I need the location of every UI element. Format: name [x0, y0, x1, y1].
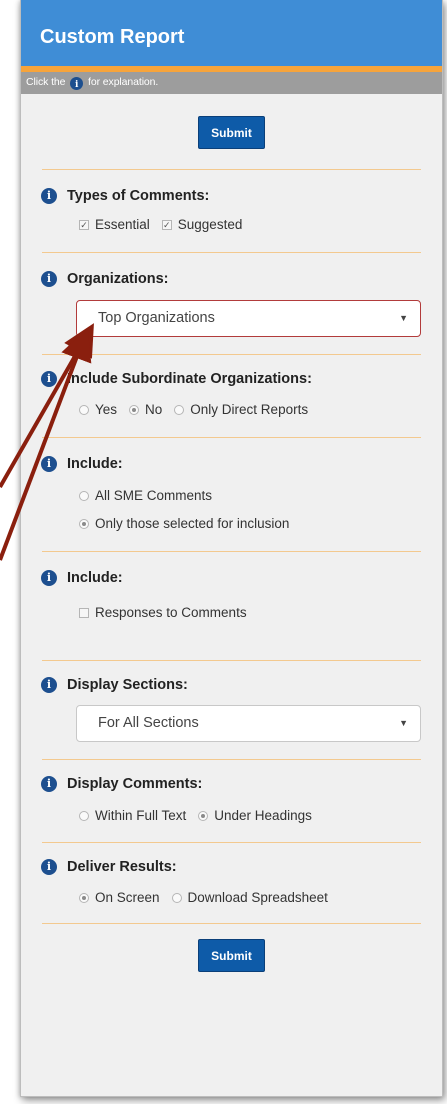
essential-checkbox[interactable]: ✓ Essential: [79, 217, 150, 232]
submit-button-bottom[interactable]: Submit: [198, 939, 265, 972]
all-sme-comments-radio[interactable]: All SME Comments: [79, 488, 212, 503]
info-icon[interactable]: i: [41, 776, 57, 792]
display-sections-select[interactable]: For All Sections ▼: [76, 705, 421, 742]
info-icon[interactable]: i: [41, 371, 57, 387]
divider: [42, 660, 421, 661]
download-spreadsheet-radio[interactable]: Download Spreadsheet: [171, 890, 328, 905]
custom-report-panel: Custom Report Click the i for explanatio…: [20, 0, 443, 1097]
display-comments-section: i Display Comments: Within Full Text Und…: [21, 776, 442, 823]
under-headings-radio[interactable]: Under Headings: [198, 808, 312, 823]
types-of-comments-section: i Types of Comments: ✓ Essential ✓ Suggest…: [21, 188, 442, 232]
suggested-checkbox[interactable]: ✓ Suggested: [161, 217, 242, 232]
subordinate-title: Include Subordinate Organizations:: [67, 371, 312, 387]
submit-button-top[interactable]: Submit: [198, 116, 265, 149]
help-text-after: for explanation.: [88, 76, 159, 88]
dropdown-arrow-icon: ▼: [399, 313, 408, 323]
info-icon[interactable]: i: [41, 570, 57, 586]
info-icon: i: [70, 77, 84, 90]
info-icon[interactable]: i: [41, 456, 57, 472]
dropdown-arrow-icon: ▼: [399, 718, 408, 728]
deliver-results-section: i Deliver Results: On Screen Download Sp…: [21, 859, 442, 905]
info-icon[interactable]: i: [41, 677, 57, 693]
within-full-text-radio[interactable]: Within Full Text: [79, 808, 186, 823]
divider: [42, 551, 421, 552]
panel-header: Custom Report: [21, 0, 442, 72]
divider: [42, 354, 421, 355]
help-text-before: Click the: [26, 76, 66, 88]
display-sections-section: i Display Sections: For All Sections ▼: [21, 677, 442, 742]
organizations-section: i Organizations: Top Organizations ▼: [21, 271, 442, 337]
include-comments-section: i Include: All SME Comments Only those s…: [21, 456, 442, 531]
display-comments-title: Display Comments:: [67, 776, 203, 792]
only-direct-reports-radio[interactable]: Only Direct Reports: [174, 402, 308, 417]
include-title: Include:: [67, 456, 123, 472]
display-sections-value: For All Sections: [98, 715, 199, 731]
display-sections-title: Display Sections:: [67, 677, 188, 693]
divider: [42, 169, 421, 170]
types-title: Types of Comments:: [67, 188, 210, 204]
divider: [42, 437, 421, 438]
divider: [42, 759, 421, 760]
panel-title: Custom Report: [40, 26, 185, 48]
info-icon[interactable]: i: [41, 188, 57, 204]
help-bar: Click the i for explanation.: [21, 72, 442, 94]
yes-radio[interactable]: Yes: [79, 402, 117, 417]
info-icon[interactable]: i: [41, 859, 57, 875]
only-selected-radio[interactable]: Only those selected for inclusion: [79, 516, 289, 531]
include-responses-section: i Include: ✓Responses to Comments: [21, 570, 442, 620]
divider: [42, 252, 421, 253]
include-title-2: Include:: [67, 570, 123, 586]
subordinate-section: i Include Subordinate Organizations: Yes…: [21, 371, 442, 417]
on-screen-radio[interactable]: On Screen: [79, 890, 160, 905]
organizations-value: Top Organizations: [98, 310, 215, 326]
deliver-title: Deliver Results:: [67, 859, 177, 875]
divider: [42, 842, 421, 843]
no-radio[interactable]: No: [129, 402, 162, 417]
responses-checkbox[interactable]: ✓Responses to Comments: [79, 605, 247, 620]
organizations-select[interactable]: Top Organizations ▼: [76, 300, 421, 337]
info-icon[interactable]: i: [41, 271, 57, 287]
divider: [42, 923, 421, 924]
organizations-title: Organizations:: [67, 271, 169, 287]
